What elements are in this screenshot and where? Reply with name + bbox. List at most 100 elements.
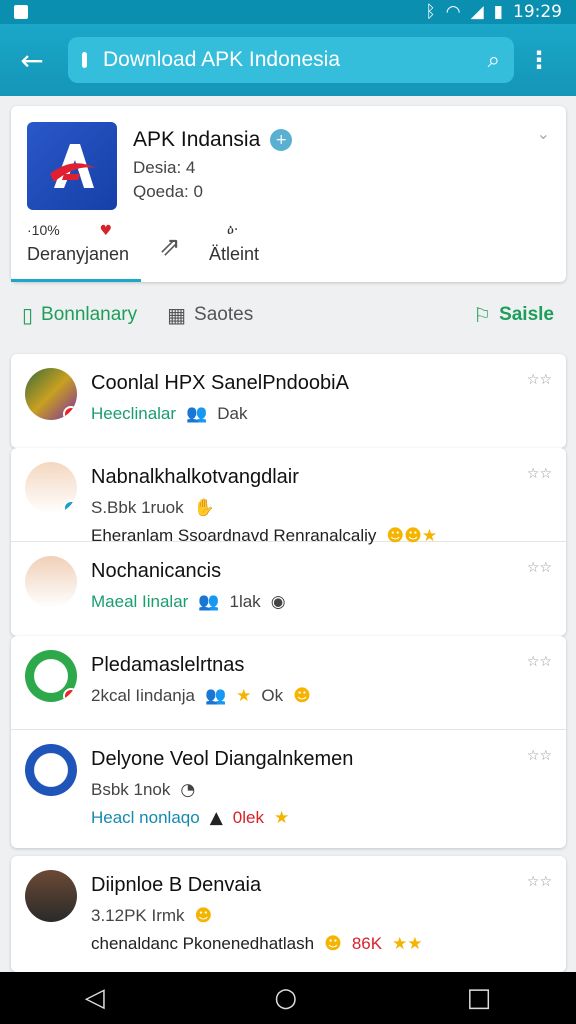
list-item[interactable]: Pledamaslelrtnas 2kcal Iindanja 👥 ★ Ok ☻…	[11, 636, 566, 730]
emoji-icon: ☻	[324, 934, 342, 954]
list-item-title: Delyone Veol Diangalnkemen	[91, 748, 354, 770]
battery-icon: ▮	[493, 2, 503, 22]
rating-icon[interactable]: ☆☆	[527, 466, 552, 482]
header-stat-left: ·10% ♥	[27, 222, 112, 239]
list-item[interactable]: Delyone Veol Diangalnkemen Bsbk 1nok ◔ H…	[11, 730, 566, 848]
app-meta-2: Qoeda: 0	[133, 182, 203, 201]
filter-summary-label: Bonnlanary	[41, 304, 138, 325]
list-item-description: Heacl nonlaqo	[91, 808, 200, 827]
app-logo	[27, 122, 117, 210]
star-icon: ★	[236, 686, 252, 706]
badge-icon	[63, 500, 77, 514]
more-options-icon[interactable]: ⋮	[524, 46, 554, 74]
list-item-subtitle: 3.12PK Irmk	[91, 906, 185, 925]
avatar	[25, 368, 77, 420]
search-cursor-icon	[82, 52, 87, 68]
list-card: Coonlal HPX SanelPndoobiA Heeclinalar 👥 …	[11, 354, 566, 448]
rating-icon[interactable]: ☆☆	[527, 874, 552, 890]
verified-icon: +	[270, 129, 293, 151]
list-item-sub: Maeal Iinalar 👥 1lak ◉	[91, 592, 286, 612]
list-item-count: 0lek	[232, 808, 264, 827]
list-item-title: Nochanicancis	[91, 560, 222, 582]
users-icon: 👥	[204, 686, 227, 706]
notification-icon	[14, 5, 28, 19]
save-button[interactable]: ⚐ Saisle	[473, 303, 554, 327]
filter-grid[interactable]: ▦ Saotes	[167, 303, 253, 327]
nav-home-icon[interactable]: ○	[274, 983, 297, 1013]
filter-grid-label: Saotes	[194, 304, 254, 325]
list-item-subtitle: S.Bbk 1ruok	[91, 498, 184, 517]
app-bar: ← Download APK Indonesia ⌕ ⋮	[0, 24, 576, 96]
list-card: Diipnloe B Denvaia 3.12PK Irmk ☻ chenald…	[11, 856, 566, 972]
list-item-sub: Bsbk 1nok ◔	[91, 780, 195, 800]
list-item-count: 1lak	[229, 592, 261, 611]
star-icon: ★★	[392, 934, 423, 954]
signal-icon: ◢	[470, 2, 484, 22]
list-item-count: Dak	[217, 404, 248, 423]
filter-bar: ▯ Bonnlanary ▦ Saotes ⚐ Saisle	[0, 290, 576, 340]
battery-outline-icon: ▯	[22, 303, 34, 327]
list-item-sub: Heeclinalar 👥 Dak	[91, 404, 247, 424]
search-field[interactable]: Download APK Indonesia ⌕	[68, 37, 514, 83]
active-tab-indicator	[11, 279, 141, 282]
tab-description[interactable]: Deranyjanen	[27, 244, 129, 265]
emoji-icon: ☻	[293, 686, 311, 706]
list-item-subtitle: Bsbk 1nok	[91, 780, 171, 799]
list-item-subtitle: Heeclinalar	[91, 404, 177, 423]
app-meta-1: Desia: 4	[133, 158, 196, 177]
info-icon: ◔	[180, 780, 196, 800]
list-item-sub: 3.12PK Irmk ☻	[91, 906, 212, 926]
system-nav-bar: ◁ ○ □	[0, 972, 576, 1024]
shape-icon: ▲	[209, 808, 223, 828]
list-item-title: Pledamaslelrtnas	[91, 654, 245, 676]
bluetooth-icon: ᛒ	[425, 2, 436, 22]
list-item-subtitle: 2kcal Iindanja	[91, 686, 195, 705]
list-card: Pledamaslelrtnas 2kcal Iindanja 👥 ★ Ok ☻…	[11, 636, 566, 848]
list-item-title: Coonlal HPX SanelPndoobiA	[91, 372, 349, 394]
back-arrow-icon[interactable]: ←	[10, 38, 54, 82]
list-item-extra: Heacl nonlaqo ▲ 0lek ★	[91, 808, 289, 828]
list-item-sub: 2kcal Iindanja 👥 ★ Ok ☻	[91, 686, 311, 706]
avatar	[25, 556, 77, 608]
avatar	[25, 462, 77, 514]
rating-icon[interactable]: ☆☆	[527, 654, 552, 670]
rating-icon[interactable]: ☆☆	[527, 372, 552, 388]
stat-left-value: ·10%	[27, 222, 60, 238]
list-item-sub: S.Bbk 1ruok ✋	[91, 498, 215, 518]
bookmark-icon: ⚐	[473, 303, 492, 327]
tab-content[interactable]: Ätleint	[209, 244, 259, 265]
list-item-description: chenaldanc Pkonenedhatlash	[91, 934, 315, 953]
list-item[interactable]: Nochanicancis Maeal Iinalar 👥 1lak ◉ ☆☆	[11, 542, 566, 636]
list-item[interactable]: Coonlal HPX SanelPndoobiA Heeclinalar 👥 …	[11, 354, 566, 448]
nav-recents-icon[interactable]: □	[467, 983, 492, 1013]
search-text: Download APK Indonesia	[103, 48, 340, 71]
search-icon[interactable]: ⌕	[488, 48, 500, 73]
list-item-count: Ok	[261, 686, 284, 705]
list-item-subtitle: Maeal Iinalar	[91, 592, 189, 611]
share-icon[interactable]: ⇗	[159, 232, 181, 262]
avatar	[25, 870, 77, 922]
star-icon: ★	[273, 808, 290, 828]
list-item-title: Nabnalkhalkotvangdlair	[91, 466, 299, 488]
list-item[interactable]: Nabnalkhalkotvangdlair S.Bbk 1ruok ✋ Ehe…	[11, 448, 566, 546]
status-bar: ᛒ ◠ ◢ ▮ 19:29	[0, 0, 576, 24]
rating-icon[interactable]: ☆☆	[527, 560, 552, 576]
header-stat-right: ዕ·	[227, 222, 239, 238]
clock: 19:29	[513, 2, 562, 22]
wifi-icon: ◠	[445, 2, 461, 22]
hand-icon: ✋	[193, 498, 215, 518]
users-icon: 👥	[198, 592, 220, 612]
app-title: APK Indansia	[133, 128, 261, 151]
list-card: Nabnalkhalkotvangdlair S.Bbk 1ruok ✋ Ehe…	[11, 448, 566, 636]
save-label: Saisle	[499, 304, 554, 325]
timer-icon: ◉	[270, 592, 286, 612]
chevron-down-icon[interactable]: ⌄	[537, 124, 550, 143]
badge-icon	[63, 688, 77, 702]
rating-icon[interactable]: ☆☆	[527, 748, 552, 764]
list-item-extra: chenaldanc Pkonenedhatlash ☻ 86K ★★	[91, 934, 423, 954]
list-item[interactable]: Diipnloe B Denvaia 3.12PK Irmk ☻ chenald…	[11, 856, 566, 972]
avatar	[25, 744, 77, 796]
badge-icon	[63, 406, 77, 420]
nav-back-icon[interactable]: ◁	[85, 983, 105, 1013]
filter-summary[interactable]: ▯ Bonnlanary	[22, 303, 137, 327]
